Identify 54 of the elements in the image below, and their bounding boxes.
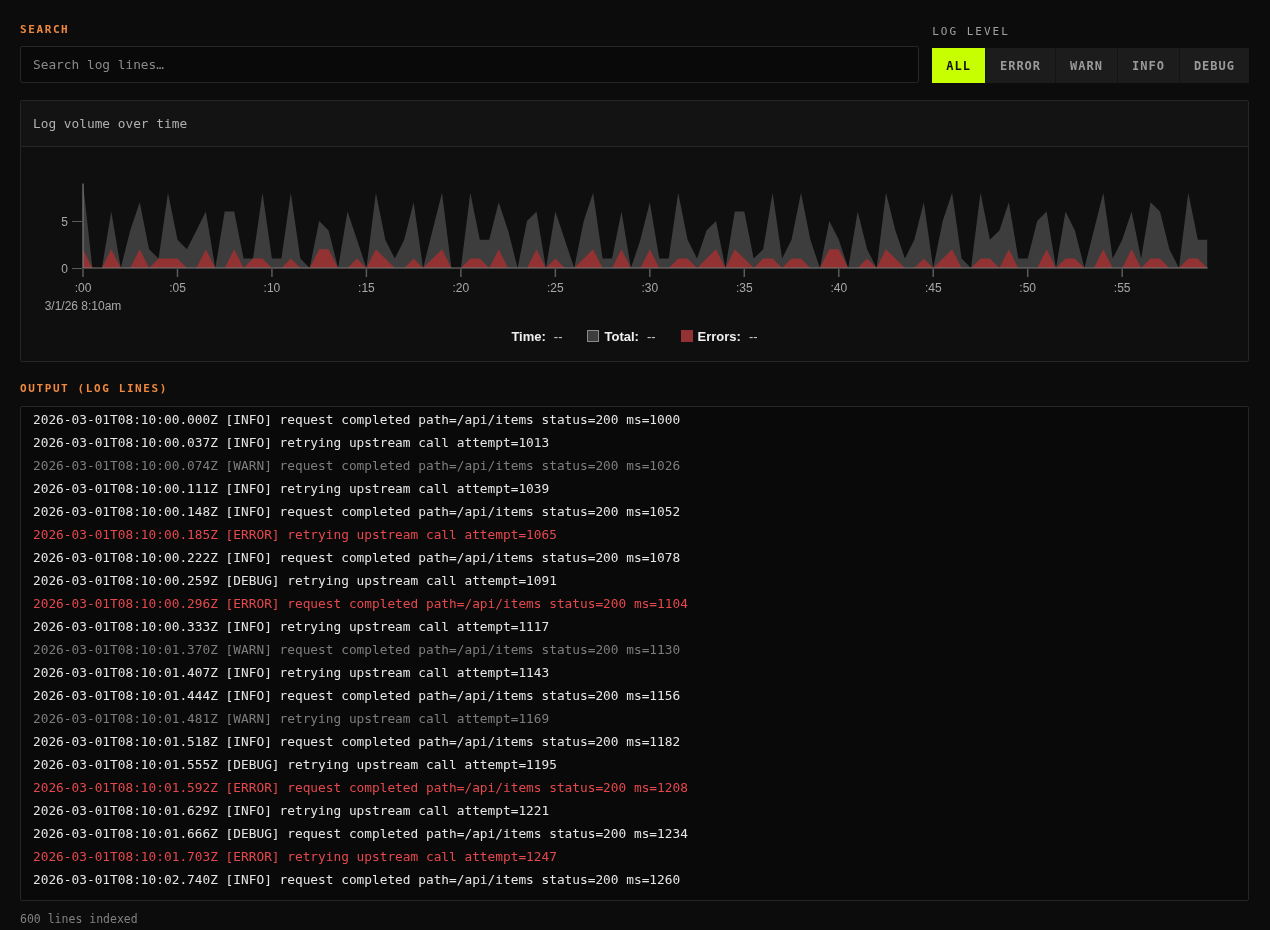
legend-value: -- [646, 328, 656, 344]
log-line: 2026-03-01T08:10:01.592Z [ERROR] request completed path=/api/items status=200 ms=1208 [33, 779, 689, 797]
search-field[interactable]: Search log lines… [20, 46, 920, 83]
axis-tick-label: :00 [74, 281, 92, 295]
axis-tick-label: :30 [641, 281, 659, 295]
axis-tick-label: :05 [169, 281, 186, 295]
axis-tick-label: :20 [452, 281, 470, 295]
axis-date-label: 3/1/26 8:10am [44, 299, 122, 313]
log-line: 2026-03-01T08:10:01.481Z [WARN] retrying upstream call attempt=1169 [33, 710, 551, 728]
legend-label: Total: [604, 328, 639, 344]
log-line: 2026-03-01T08:10:00.037Z [INFO] retrying upstream call attempt=1013 [33, 434, 551, 452]
axis-tick-label: :25 [547, 281, 564, 295]
search-label: SEARCH [20, 24, 70, 36]
log-level-button[interactable]: ALL [932, 48, 985, 83]
log-line: 2026-03-01T08:10:00.148Z [INFO] request completed path=/api/items status=200 ms=1052 [33, 503, 682, 521]
log-level-button[interactable]: DEBUG [1178, 48, 1249, 83]
axis-tick-label: :45 [924, 281, 942, 295]
axis-tick-label: 5 [61, 214, 68, 229]
axis-tick-label: :40 [830, 281, 848, 295]
log-line: 2026-03-01T08:10:01.703Z [ERROR] retrying upstream call attempt=1247 [33, 848, 558, 866]
log-line: 2026-03-01T08:10:00.000Z [INFO] request completed path=/api/items status=200 ms=1000 [33, 411, 682, 429]
log-line: 2026-03-01T08:10:01.370Z [WARN] request completed path=/api/items status=200 ms=1130 [33, 641, 682, 659]
log-line: 2026-03-01T08:10:00.185Z [ERROR] retrying upstream call attempt=1065 [33, 526, 558, 544]
legend-label: Errors: [697, 328, 741, 344]
output-label: OUTPUT (LOG LINES) [20, 383, 169, 395]
log-line: 2026-03-01T08:10:01.666Z [DEBUG] request completed path=/api/items status=200 ms=1234 [33, 825, 689, 843]
log-line: 2026-03-01T08:10:00.074Z [WARN] request completed path=/api/items status=200 ms=1026 [33, 457, 682, 475]
log-level-label: LOG LEVEL [932, 26, 1010, 38]
log-line: 2026-03-01T08:10:00.222Z [INFO] request completed path=/api/items status=200 ms=1078 [33, 549, 682, 567]
y-tick-marks [71, 221, 83, 269]
log-line: 2026-03-01T08:10:00.296Z [ERROR] request completed path=/api/items status=200 ms=1104 [33, 595, 689, 613]
log-line: 2026-03-01T08:10:01.407Z [INFO] retrying upstream call attempt=1143 [33, 664, 551, 682]
axis-tick-label: :35 [735, 281, 753, 295]
legend-value: -- [553, 328, 563, 344]
log-level-button[interactable]: ERROR [984, 48, 1056, 83]
log-level-button[interactable]: INFO [1116, 48, 1179, 83]
axis-tick-label: :55 [1113, 281, 1131, 295]
log-line: 2026-03-01T08:10:01.555Z [DEBUG] retrying upstream call attempt=1195 [33, 756, 558, 774]
log-line: 2026-03-01T08:10:02.740Z [INFO] request completed path=/api/items status=200 ms=1260 [33, 871, 682, 889]
axis-tick-label: :15 [358, 281, 375, 295]
axis-tick-label: :10 [263, 281, 281, 295]
log-line: 2026-03-01T08:10:00.333Z [INFO] retrying upstream call attempt=1117 [33, 618, 551, 636]
log-line: 2026-03-01T08:10:01.629Z [INFO] retrying upstream call attempt=1221 [33, 802, 551, 820]
legend-value: -- [748, 328, 758, 344]
log-line: 2026-03-01T08:10:00.259Z [DEBUG] retrying upstream call attempt=1091 [33, 572, 558, 590]
axis-tick-label: :50 [1019, 281, 1037, 295]
log-level-button[interactable]: WARN [1055, 48, 1117, 83]
axis-tick-label: 0 [61, 261, 68, 276]
status-text: 600 lines indexed [20, 913, 138, 925]
legend-label: Time: [511, 328, 546, 344]
log-line: 2026-03-01T08:10:01.444Z [INFO] request completed path=/api/items status=200 ms=1156 [33, 687, 682, 705]
log-line: 2026-03-01T08:10:01.518Z [INFO] request completed path=/api/items status=200 ms=1182 [33, 733, 682, 751]
log-line: 2026-03-01T08:10:00.111Z [INFO] retrying upstream call attempt=1039 [33, 480, 551, 498]
chart-title: Log volume over time [33, 116, 188, 131]
